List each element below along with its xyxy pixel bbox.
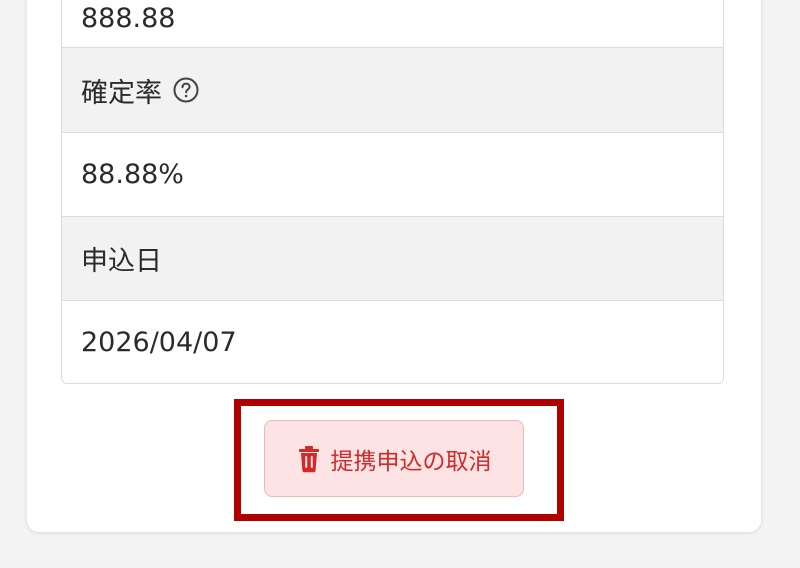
trash-icon xyxy=(297,445,321,473)
cancel-partnership-application-button[interactable]: 提携申込の取消 xyxy=(264,420,524,497)
question-circle-icon[interactable] xyxy=(172,76,200,104)
value-row-amount: 888.88 xyxy=(62,0,723,47)
label-row-confirmation-rate: 確定率 xyxy=(62,48,723,132)
value-row-application-date: 2026/04/07 xyxy=(62,301,723,383)
amount-value: 888.88 xyxy=(81,3,176,34)
application-date-label: 申込日 xyxy=(81,246,162,277)
detail-table: 888.88 確定率 88.88% 申込日 2026/04/07 xyxy=(61,0,724,384)
label-row-application-date: 申込日 xyxy=(62,217,723,300)
value-row-confirmation-rate: 88.88% xyxy=(62,133,723,216)
confirmation-rate-value: 88.88% xyxy=(81,159,184,190)
confirmation-rate-label: 確定率 xyxy=(81,77,162,109)
application-date-value: 2026/04/07 xyxy=(81,327,237,358)
cancel-button-label: 提携申込の取消 xyxy=(330,448,492,475)
